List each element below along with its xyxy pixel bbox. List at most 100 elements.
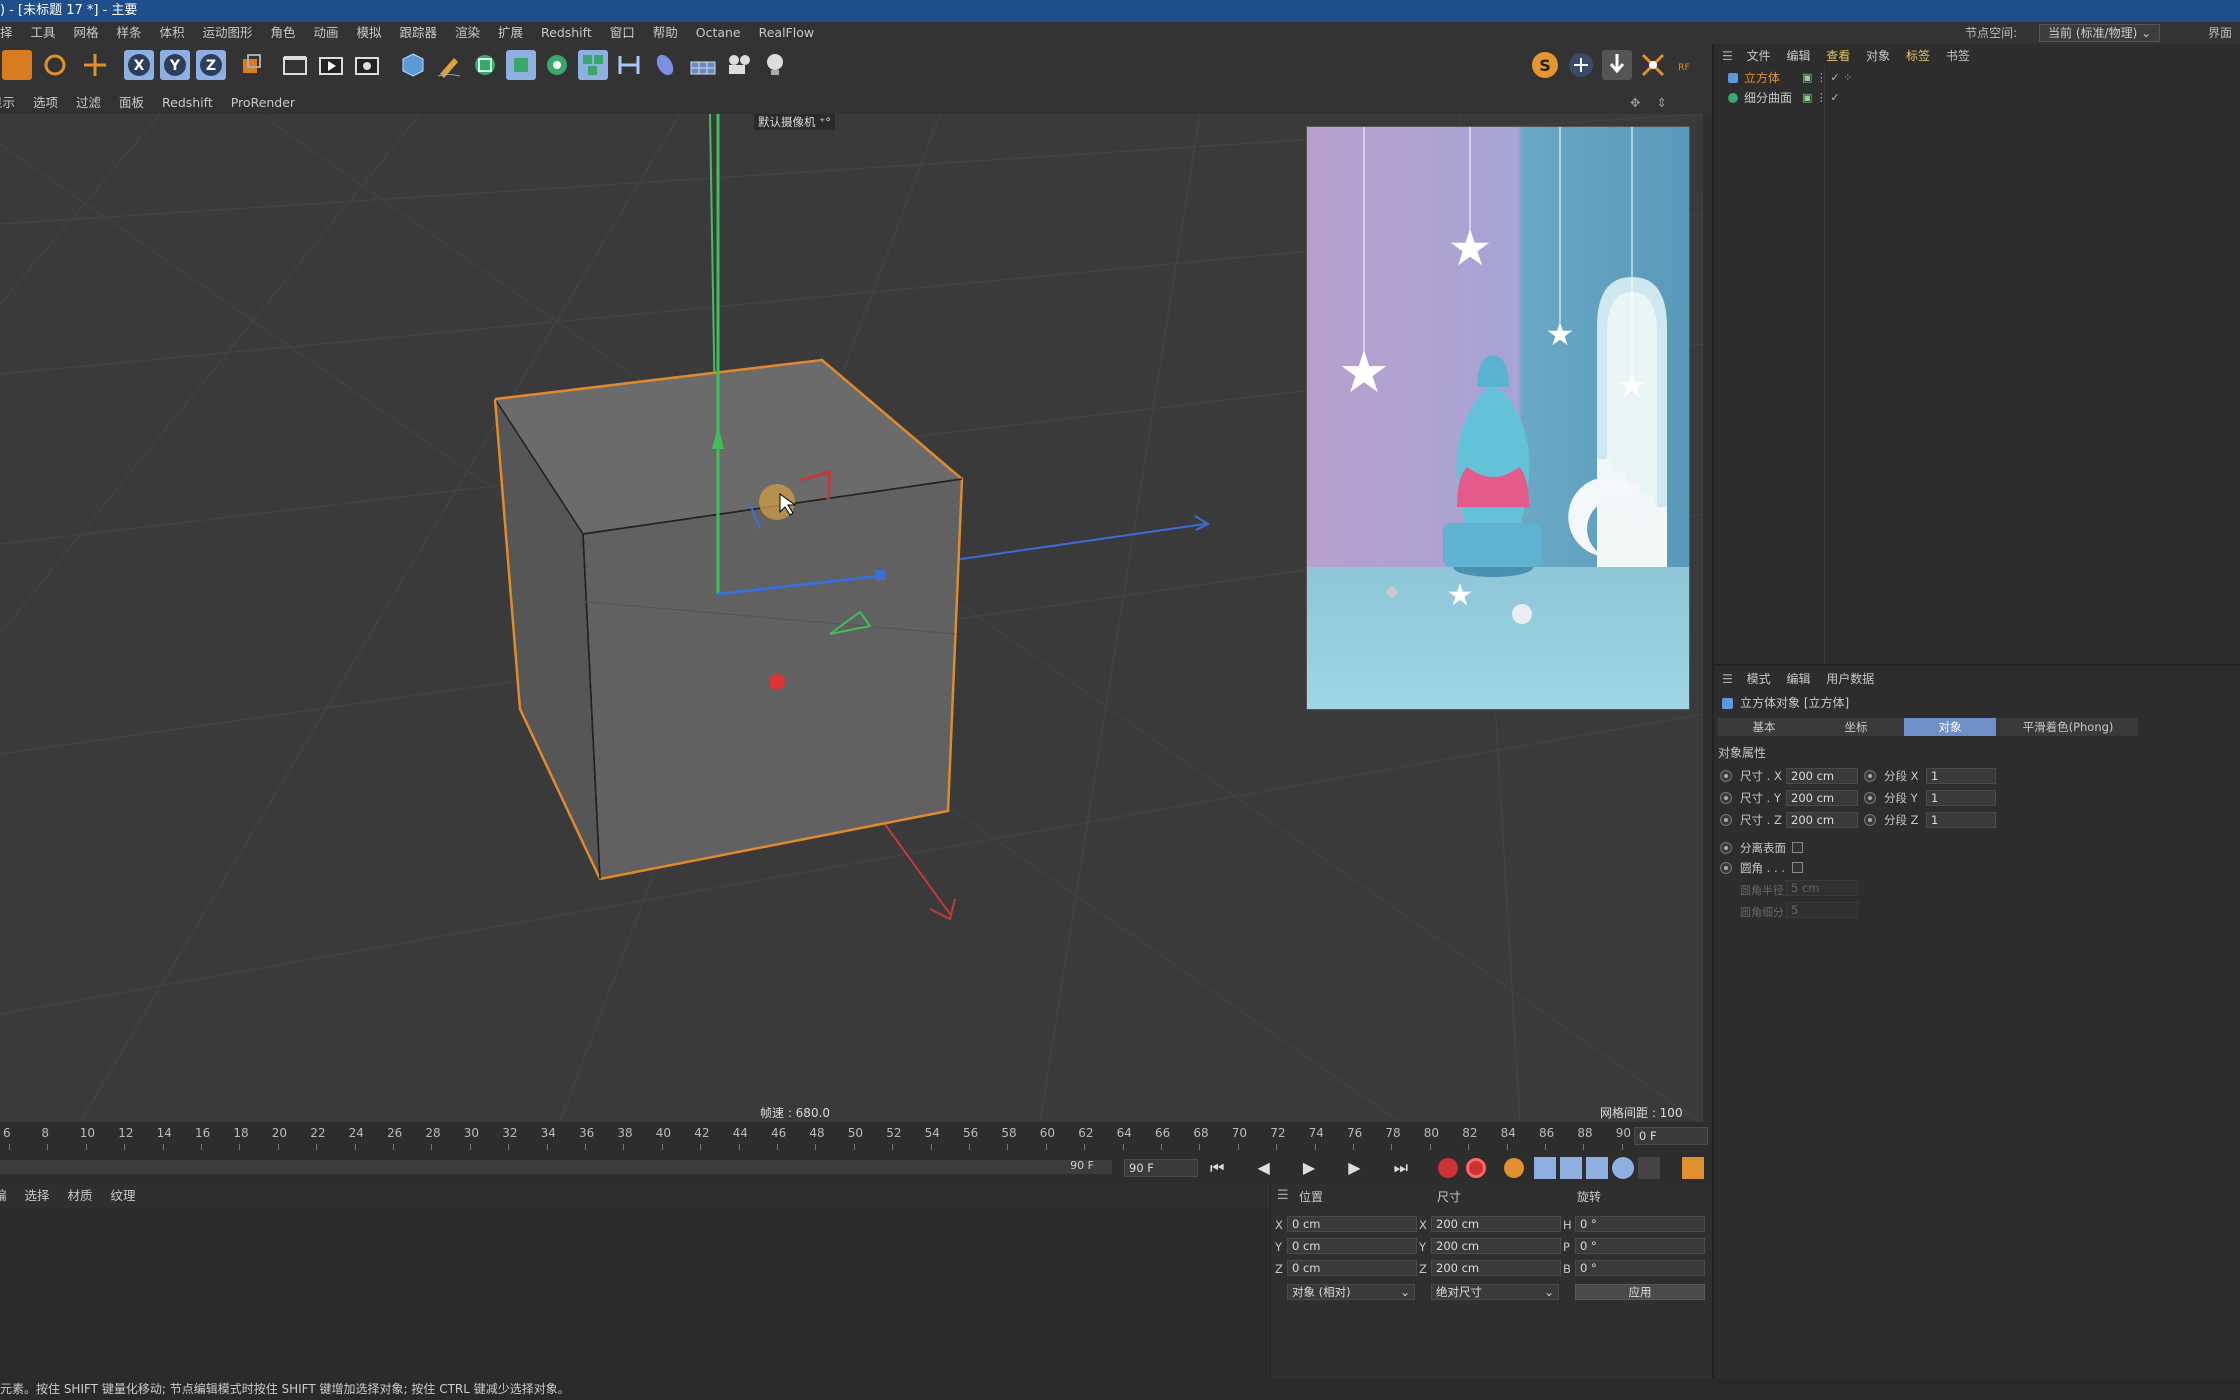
coordinate-system-icon[interactable] xyxy=(236,50,266,80)
menu-item[interactable]: 窗口 xyxy=(610,22,635,44)
rotation-p-field[interactable]: 0 ° xyxy=(1575,1238,1705,1254)
rotation-h-field[interactable]: 0 ° xyxy=(1575,1216,1705,1232)
cube-primitive-icon[interactable] xyxy=(398,50,428,80)
size-z-input[interactable]: 200 cm xyxy=(1786,812,1858,828)
menu-item[interactable]: 模拟 xyxy=(357,22,382,44)
om-menu-item[interactable]: 标签 xyxy=(1906,49,1930,63)
animate-radio[interactable] xyxy=(1864,814,1876,826)
y-axis-lock-icon[interactable]: Y xyxy=(160,50,190,80)
menu-item[interactable]: Redshift xyxy=(541,22,592,44)
animate-radio[interactable] xyxy=(1720,862,1732,874)
field-icon[interactable] xyxy=(650,50,680,80)
material-manager-area[interactable] xyxy=(0,1208,1270,1378)
key-scale-icon[interactable] xyxy=(1560,1157,1582,1179)
viewport-menu-item[interactable]: ProRender xyxy=(231,92,295,114)
menu-item[interactable]: RealFlow xyxy=(759,22,814,44)
menu-item[interactable]: 扩展 xyxy=(498,22,523,44)
render-settings-icon[interactable] xyxy=(352,50,382,80)
size-y-field[interactable]: 200 cm xyxy=(1431,1238,1561,1254)
animate-radio[interactable] xyxy=(1864,792,1876,804)
menu-item[interactable]: 跟踪器 xyxy=(400,22,438,44)
mograph-cloner-icon[interactable] xyxy=(542,50,572,80)
render-region-icon[interactable] xyxy=(280,50,310,80)
timeline-window-icon[interactable] xyxy=(1682,1157,1704,1179)
redshift-render-icon[interactable] xyxy=(1566,50,1596,80)
viewport-menu-item[interactable]: 过滤 xyxy=(76,92,101,114)
timeline-ruler[interactable]: 6 8 10 12 14 16 18 20 22 24 26 28 30 32 34 36 38 40 42 44 46… xyxy=(0,1122,1712,1152)
key-selection-icon[interactable] xyxy=(1504,1158,1524,1178)
scale-tool-icon[interactable] xyxy=(2,50,32,80)
material-menu-item[interactable]: 编 xyxy=(0,1188,7,1203)
playback-controls[interactable]: ⏮ ◀ ▶ ▶ ⏭ ⏭ xyxy=(1210,1158,1470,1178)
menu-item[interactable]: 择 xyxy=(0,22,13,44)
visibility-toggle-icon[interactable]: ▣ ⋮ ✓ ⁘ xyxy=(1802,68,1852,88)
rotation-b-field[interactable]: 0 ° xyxy=(1575,1260,1705,1276)
om-menu-item[interactable]: 文件 xyxy=(1747,49,1771,63)
separate-surfaces-checkbox[interactable] xyxy=(1792,842,1803,853)
position-y-field[interactable]: 0 cm xyxy=(1287,1238,1417,1254)
octane-settings-icon[interactable] xyxy=(1638,50,1668,80)
rotate-tool-icon[interactable] xyxy=(40,50,70,80)
object-row-subdivision[interactable]: 细分曲面 ▣ ⋮ ✓ xyxy=(1714,88,2240,108)
camera-label[interactable]: 默认摄像机 ⁺° xyxy=(754,114,835,130)
segments-z-input[interactable]: 1 xyxy=(1926,812,1996,828)
size-x-input[interactable]: 200 cm xyxy=(1786,768,1858,784)
camera-icon[interactable] xyxy=(724,50,754,80)
object-row-cube[interactable]: 立方体 ▣ ⋮ ✓ ⁘ xyxy=(1714,68,2240,88)
tab-object[interactable]: 对象 xyxy=(1904,718,1996,736)
tab-coordinates[interactable]: 坐标 xyxy=(1810,718,1902,736)
viewport-menu-item[interactable]: 显示 xyxy=(0,92,15,114)
frame-range-slider[interactable]: 90 F xyxy=(0,1159,1112,1174)
light-icon[interactable] xyxy=(760,50,790,80)
position-z-field[interactable]: 0 cm xyxy=(1287,1260,1417,1276)
end-frame-field[interactable]: 90 F xyxy=(1124,1159,1198,1177)
floor-environment-icon[interactable] xyxy=(688,50,718,80)
autokey-icon[interactable] xyxy=(1466,1158,1486,1178)
om-menu-item[interactable]: 编辑 xyxy=(1786,49,1810,63)
subdivision-generator-icon[interactable] xyxy=(470,50,500,80)
segments-y-input[interactable]: 1 xyxy=(1926,790,1996,806)
node-space-dropdown[interactable]: 当前 (标准/物理) ⌄ xyxy=(2039,24,2161,42)
menu-item[interactable]: Octane xyxy=(696,22,741,44)
array-generator-icon[interactable] xyxy=(506,50,536,80)
move-tool-icon[interactable] xyxy=(80,50,110,80)
menu-item[interactable]: 网格 xyxy=(74,22,99,44)
redshift-logo-icon[interactable]: S xyxy=(1530,50,1560,80)
menu-item[interactable]: 工具 xyxy=(31,22,56,44)
menu-item[interactable]: 角色 xyxy=(271,22,296,44)
animate-radio[interactable] xyxy=(1720,842,1732,854)
deformer-icon[interactable] xyxy=(614,50,644,80)
am-menu-item[interactable]: 编辑 xyxy=(1786,672,1810,686)
current-frame-field[interactable]: 0 F xyxy=(1634,1127,1708,1145)
material-menu-item[interactable]: 选择 xyxy=(25,1188,50,1203)
menu-item[interactable]: 帮助 xyxy=(653,22,678,44)
menu-hamburger-icon[interactable]: ☰ xyxy=(1722,672,1733,686)
menu-item[interactable]: 运动图形 xyxy=(203,22,253,44)
menu-hamburger-icon[interactable]: ☰ xyxy=(1277,1188,1289,1203)
material-menu-item[interactable]: 纹理 xyxy=(111,1188,136,1203)
coord-mode-dropdown[interactable]: 对象 (相对) ⌄ xyxy=(1287,1284,1415,1300)
menu-hamburger-icon[interactable]: ☰ xyxy=(1722,49,1733,63)
z-axis-lock-icon[interactable]: Z xyxy=(196,50,226,80)
animate-radio[interactable] xyxy=(1720,770,1732,782)
menu-item[interactable]: 样条 xyxy=(117,22,142,44)
om-menu-item[interactable]: 对象 xyxy=(1866,49,1890,63)
realflow-icon[interactable]: RF xyxy=(1672,50,1696,80)
cloner-icon[interactable] xyxy=(578,50,608,80)
key-rotation-icon[interactable] xyxy=(1586,1157,1608,1179)
size-z-field[interactable]: 200 cm xyxy=(1431,1260,1561,1276)
am-menu-item[interactable]: 模式 xyxy=(1747,672,1771,686)
am-menu-item[interactable]: 用户数据 xyxy=(1826,672,1874,686)
size-x-field[interactable]: 200 cm xyxy=(1431,1216,1561,1232)
om-menu-item[interactable]: 查看 xyxy=(1826,49,1850,63)
viewport-menu-item[interactable]: Redshift xyxy=(162,92,213,114)
animate-radio[interactable] xyxy=(1864,770,1876,782)
key-pla-icon[interactable] xyxy=(1638,1157,1660,1179)
fillet-checkbox[interactable] xyxy=(1792,862,1803,873)
menu-item[interactable]: 渲染 xyxy=(455,22,480,44)
render-view-icon[interactable] xyxy=(316,50,346,80)
om-menu-item[interactable]: 书签 xyxy=(1946,49,1970,63)
material-menu-item[interactable]: 材质 xyxy=(68,1188,93,1203)
x-axis-lock-icon[interactable]: X xyxy=(124,50,154,80)
key-position-icon[interactable] xyxy=(1534,1157,1556,1179)
